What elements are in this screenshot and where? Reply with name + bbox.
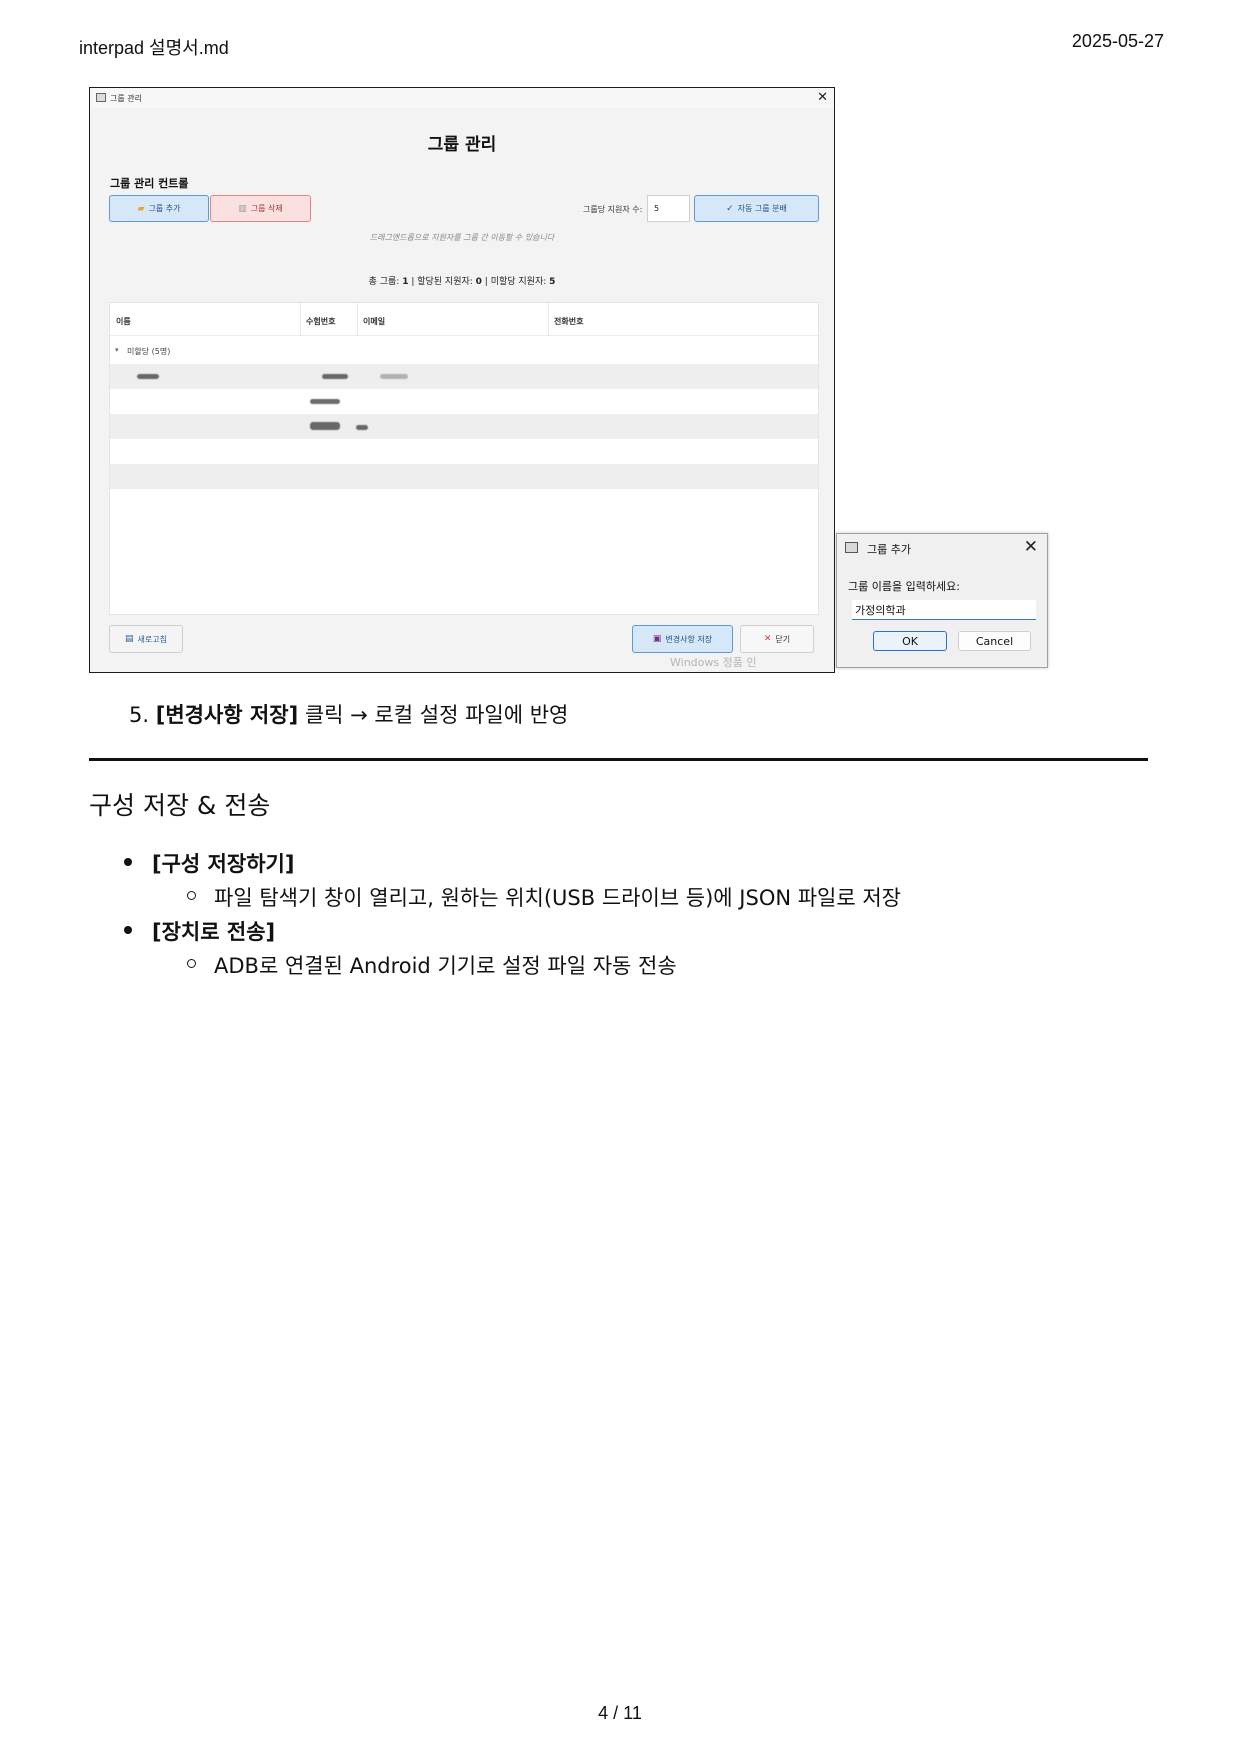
refresh-label: 새로고침 — [137, 634, 167, 644]
window-heading: 그룹 관리 — [427, 135, 497, 155]
step-5: 5. [변경사항 저장] 클릭 → 로컬 설정 파일에 반영 — [129, 699, 568, 729]
page-number: 4 / 11 — [598, 1703, 642, 1723]
add-group-dialog: 그룹 추가 ✕ 그룹 이름을 입력하세요: 가정의학과 OK Cancel — [836, 533, 1048, 668]
refresh-icon: ▤ — [125, 634, 134, 644]
add-group-label: 그룹 추가 — [148, 204, 181, 213]
document-date: 2025-05-27 — [1071, 31, 1164, 51]
window-titlebar: 그룹 관리 ✕ — [90, 88, 834, 108]
list-item-label: [장치로 전송] — [152, 920, 276, 944]
delete-group-label: 그룹 삭제 — [250, 204, 283, 213]
step-description: 클릭 → 로컬 설정 파일에 반영 — [298, 703, 569, 727]
close-button[interactable]: ✕ 닫기 — [740, 625, 814, 653]
dialog-prompt: 그룹 이름을 입력하세요: — [848, 580, 960, 593]
sub-bullet-icon — [187, 959, 196, 968]
column-divider — [300, 303, 301, 336]
redacted-name — [137, 374, 159, 379]
summary-prefix: 총 그룹: — [368, 277, 403, 287]
table-row[interactable] — [110, 464, 818, 489]
per-group-label: 그룹당 지원자 수: — [583, 205, 643, 214]
redacted-email — [356, 425, 368, 430]
window-title: 그룹 관리 — [110, 94, 142, 103]
list-item-label: [구성 저장하기] — [152, 852, 295, 876]
group-management-window: 그룹 관리 ✕ 그룹 관리 그룹 관리 컨트롤 ▰ 그룹 추가 ▥ 그룹 삭제 … — [89, 87, 835, 673]
table-header: 이름 수험번호 이메일 전화번호 — [110, 303, 818, 336]
group-name-input[interactable]: 가정의학과 — [852, 600, 1036, 620]
list-subitem: ADB로 연결된 Android 기기로 설정 파일 자동 전송 — [187, 950, 677, 980]
bullet-icon — [124, 926, 132, 934]
table-row[interactable] — [110, 439, 818, 464]
save-changes-button[interactable]: ▣ 변경사항 저장 — [632, 625, 733, 653]
column-phone[interactable]: 전화번호 — [554, 316, 583, 327]
refresh-button[interactable]: ▤ 새로고침 — [109, 625, 183, 653]
redacted-email — [380, 374, 408, 379]
drag-drop-hint: 드래그앤드롭으로 지원자를 그룹 간 이동할 수 있습니다 — [369, 233, 555, 242]
dialog-app-icon — [845, 542, 858, 553]
chevron-down-icon[interactable]: ▾ — [115, 346, 119, 354]
redacted-exam-number — [322, 374, 348, 379]
folder-icon: ▰ — [137, 203, 145, 214]
document-filename: interpad 설명서.md — [79, 38, 229, 58]
column-exam-number[interactable]: 수험번호 — [306, 316, 335, 327]
table-row[interactable] — [110, 414, 818, 439]
save-icon: ▣ — [652, 634, 662, 644]
column-divider — [548, 303, 549, 336]
dialog-titlebar: 그룹 추가 ✕ — [837, 534, 1047, 562]
step-number: 5. — [129, 703, 150, 727]
add-group-button[interactable]: ▰ 그룹 추가 — [109, 195, 209, 222]
column-divider — [357, 303, 358, 336]
horizontal-rule — [89, 758, 1148, 761]
dialog-close-icon[interactable]: ✕ — [1024, 537, 1038, 557]
list-subitem-text: ADB로 연결된 Android 기기로 설정 파일 자동 전송 — [214, 954, 677, 978]
summary-unassigned: 5 — [549, 277, 556, 287]
summary-unassigned-label: | 미할당 지원자: — [481, 277, 550, 287]
close-label: 닫기 — [775, 634, 791, 644]
list-subitem: 파일 탐색기 창이 열리고, 원하는 위치(USB 드라이브 등)에 JSON … — [187, 882, 902, 912]
applicant-table[interactable]: 이름 수험번호 이메일 전화번호 ▾ 미할당 (5명) — [109, 302, 819, 615]
auto-assign-button[interactable]: ✓ 자동 그룹 분배 — [694, 195, 819, 222]
table-row[interactable] — [110, 389, 818, 414]
activation-watermark: Windows 정품 인 — [670, 656, 757, 669]
list-item: [장치로 전송] — [124, 916, 276, 946]
per-group-input[interactable]: 5 — [647, 195, 690, 222]
save-changes-label: 변경사항 저장 — [665, 634, 713, 644]
group-summary: 총 그룹: 1 | 할당된 지원자: 0 | 미할당 지원자: 5 — [90, 274, 834, 287]
list-subitem-text: 파일 탐색기 창이 열리고, 원하는 위치(USB 드라이브 등)에 JSON … — [214, 886, 902, 910]
close-icon: ✕ — [763, 634, 772, 644]
delete-group-button[interactable]: ▥ 그룹 삭제 — [210, 195, 311, 222]
ok-button[interactable]: OK — [873, 631, 947, 651]
dialog-title: 그룹 추가 — [867, 543, 911, 556]
table-row[interactable] — [110, 364, 818, 389]
redacted-exam-number — [310, 422, 340, 430]
trash-icon: ▥ — [238, 203, 247, 214]
column-email[interactable]: 이메일 — [363, 316, 385, 327]
check-icon: ✓ — [726, 203, 734, 214]
auto-assign-label: 자동 그룹 분배 — [737, 204, 787, 213]
summary-assigned-label: | 할당된 지원자: — [408, 277, 476, 287]
redacted-exam-number — [310, 399, 340, 404]
list-item: [구성 저장하기] — [124, 848, 295, 878]
window-close-icon[interactable]: ✕ — [817, 90, 828, 105]
column-name[interactable]: 이름 — [116, 316, 131, 327]
cancel-button[interactable]: Cancel — [958, 631, 1031, 651]
sub-bullet-icon — [187, 891, 196, 900]
section-heading: 구성 저장 & 전송 — [89, 791, 271, 820]
step-bold-label: [변경사항 저장] — [155, 703, 299, 727]
tree-node-unassigned[interactable]: ▾ 미할당 (5명) — [110, 336, 818, 364]
bullet-icon — [124, 858, 132, 866]
tree-node-label: 미할당 (5명) — [127, 347, 171, 356]
control-section-label: 그룹 관리 컨트롤 — [110, 177, 189, 190]
window-app-icon — [96, 93, 106, 102]
